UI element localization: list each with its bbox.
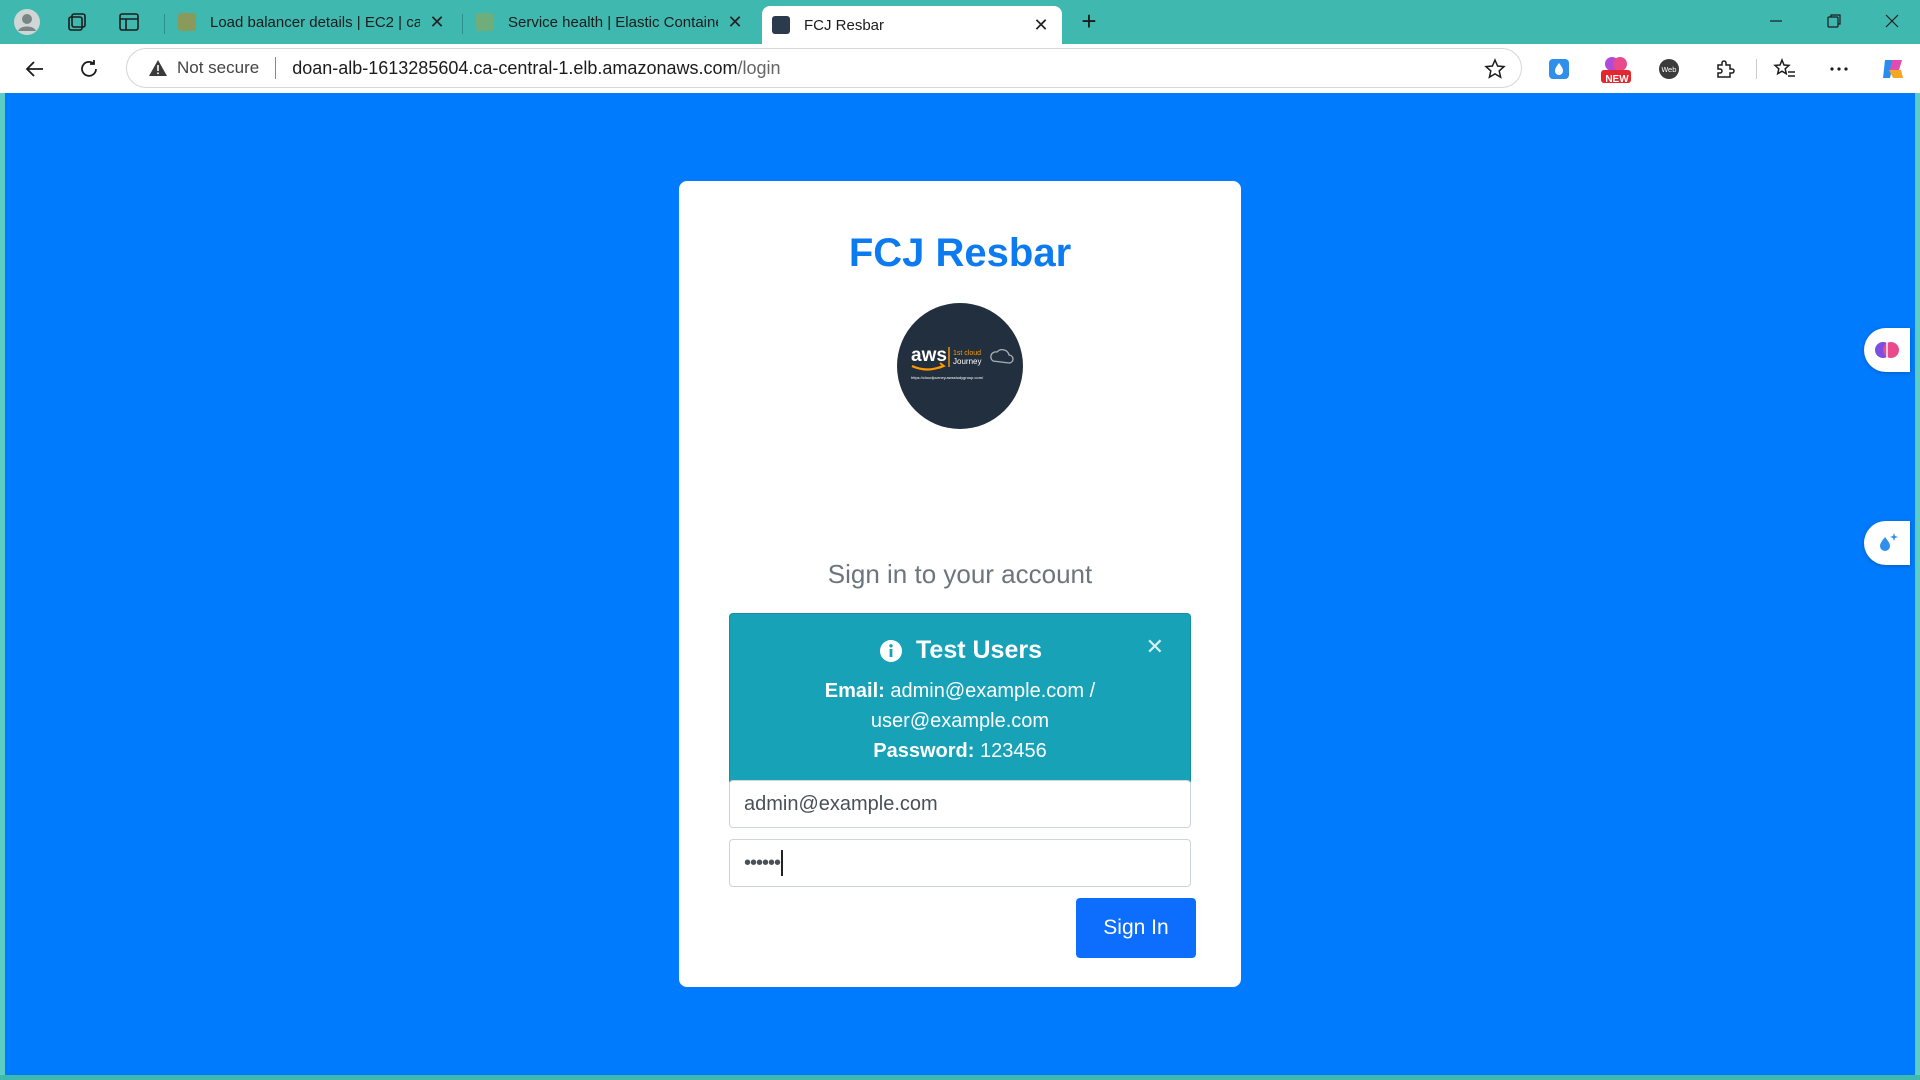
alert-close-icon[interactable]: ✕ (1146, 634, 1164, 660)
url-path: /login (737, 57, 781, 78)
alert-heading: Test Users (730, 636, 1190, 665)
logo-line2: Journey (953, 357, 981, 366)
web-extension-icon[interactable]: Web (1652, 53, 1686, 85)
aws-ec2-favicon-icon (178, 13, 196, 31)
favorites-icon[interactable] (1768, 53, 1802, 85)
page-background: FCJ Resbar aws 1st cloud Journey https:/… (5, 93, 1915, 1075)
email-values: admin@example.com / user@example.com (870, 680, 1096, 732)
profile-icon[interactable] (12, 8, 42, 36)
text-caret (781, 850, 784, 876)
logo-line1: 1st cloud (953, 350, 981, 357)
alert-email-line: Email: admin@example.com / user@example.… (810, 676, 1110, 736)
test-users-alert: Test Users ✕ Email: admin@example.com / … (729, 613, 1191, 785)
new-extension-icon[interactable]: NEW (1596, 53, 1636, 85)
close-tab-icon[interactable]: ✕ (426, 12, 448, 33)
bottom-frame-strip (0, 1075, 1920, 1080)
warning-icon[interactable] (147, 57, 169, 79)
email-input[interactable]: admin@example.com (729, 780, 1191, 828)
tab-title: FCJ Resbar (804, 16, 885, 34)
password-input[interactable]: •••••• (729, 839, 1191, 887)
signin-subtitle: Sign in to your account (827, 559, 1093, 589)
new-badge-label: NEW (1605, 74, 1629, 85)
login-card: FCJ Resbar aws 1st cloud Journey https:/… (679, 181, 1241, 987)
fcj-favicon-icon (772, 16, 790, 34)
restore-button[interactable] (1806, 6, 1862, 36)
logo-aws-text: aws (911, 345, 947, 366)
copilot-icon[interactable] (1876, 53, 1910, 85)
alert-heading-text: Test Users (916, 636, 1042, 664)
tab-title: Load balancer details | EC2 | ca-ce (210, 13, 420, 31)
alert-body: Email: admin@example.com / user@example.… (730, 676, 1190, 766)
sign-in-button[interactable]: Sign In (1076, 898, 1196, 958)
more-options-icon[interactable] (1822, 53, 1856, 85)
aws-first-cloud-journey-logo: aws 1st cloud Journey https://cloudjourn… (897, 303, 1023, 429)
info-icon (878, 638, 904, 664)
toolbar-divider (1756, 59, 1757, 79)
browser-tab-strip: Load balancer details | EC2 | ca-ce ✕ Se… (0, 0, 1920, 44)
new-tab-button[interactable]: + (1072, 8, 1106, 36)
email-label: Email: (824, 680, 885, 702)
password-label: Password: (873, 740, 975, 762)
aws-ecs-favicon-icon (476, 13, 494, 31)
svg-text:Web: Web (1661, 66, 1677, 74)
tab-load-balancer[interactable]: Load balancer details | EC2 | ca-ce ✕ (168, 6, 458, 38)
tab-title: Service health | Elastic Container S (508, 13, 718, 31)
extensions-puzzle-icon[interactable] (1708, 53, 1742, 85)
close-window-button[interactable] (1864, 6, 1920, 36)
tab-separator (462, 14, 463, 34)
alert-password-line: Password: 123456 (730, 736, 1190, 766)
refresh-button[interactable] (72, 53, 106, 85)
back-button[interactable] (18, 53, 52, 85)
address-bar[interactable]: Not secure doan-alb-1613285604.ca-centra… (126, 48, 1522, 88)
brain-sidebar-icon[interactable] (1864, 328, 1910, 372)
password-input-value: •••••• (744, 851, 781, 874)
workspaces-icon[interactable] (62, 8, 92, 36)
url-host: doan-alb-1613285604.ca-central-1.elb.ama… (292, 57, 738, 78)
tab-separator (164, 14, 165, 34)
tab-service-health[interactable]: Service health | Elastic Container S ✕ (466, 6, 756, 38)
water-sparkle-sidebar-icon[interactable] (1864, 521, 1910, 565)
minimize-button[interactable] (1748, 6, 1804, 36)
favorite-star-icon[interactable] (1483, 57, 1507, 81)
water-drop-extension-icon[interactable] (1542, 53, 1576, 85)
close-tab-icon[interactable]: ✕ (1030, 15, 1052, 36)
browser-toolbar: Not secure doan-alb-1613285604.ca-centra… (0, 44, 1920, 93)
url-text[interactable]: doan-alb-1613285604.ca-central-1.elb.ama… (292, 58, 780, 79)
close-tab-icon[interactable]: ✕ (724, 12, 746, 33)
logo-url: https://cloudjourney.awsstudygroup.com/ (911, 375, 984, 380)
address-divider (275, 57, 277, 79)
vertical-tabs-icon[interactable] (114, 8, 144, 36)
security-status[interactable]: Not secure (177, 58, 259, 78)
email-input-value: admin@example.com (744, 792, 938, 815)
app-title: FCJ Resbar (848, 231, 1072, 275)
tab-fcj-resbar[interactable]: FCJ Resbar ✕ (762, 6, 1062, 44)
password-value: 123456 (979, 740, 1047, 762)
